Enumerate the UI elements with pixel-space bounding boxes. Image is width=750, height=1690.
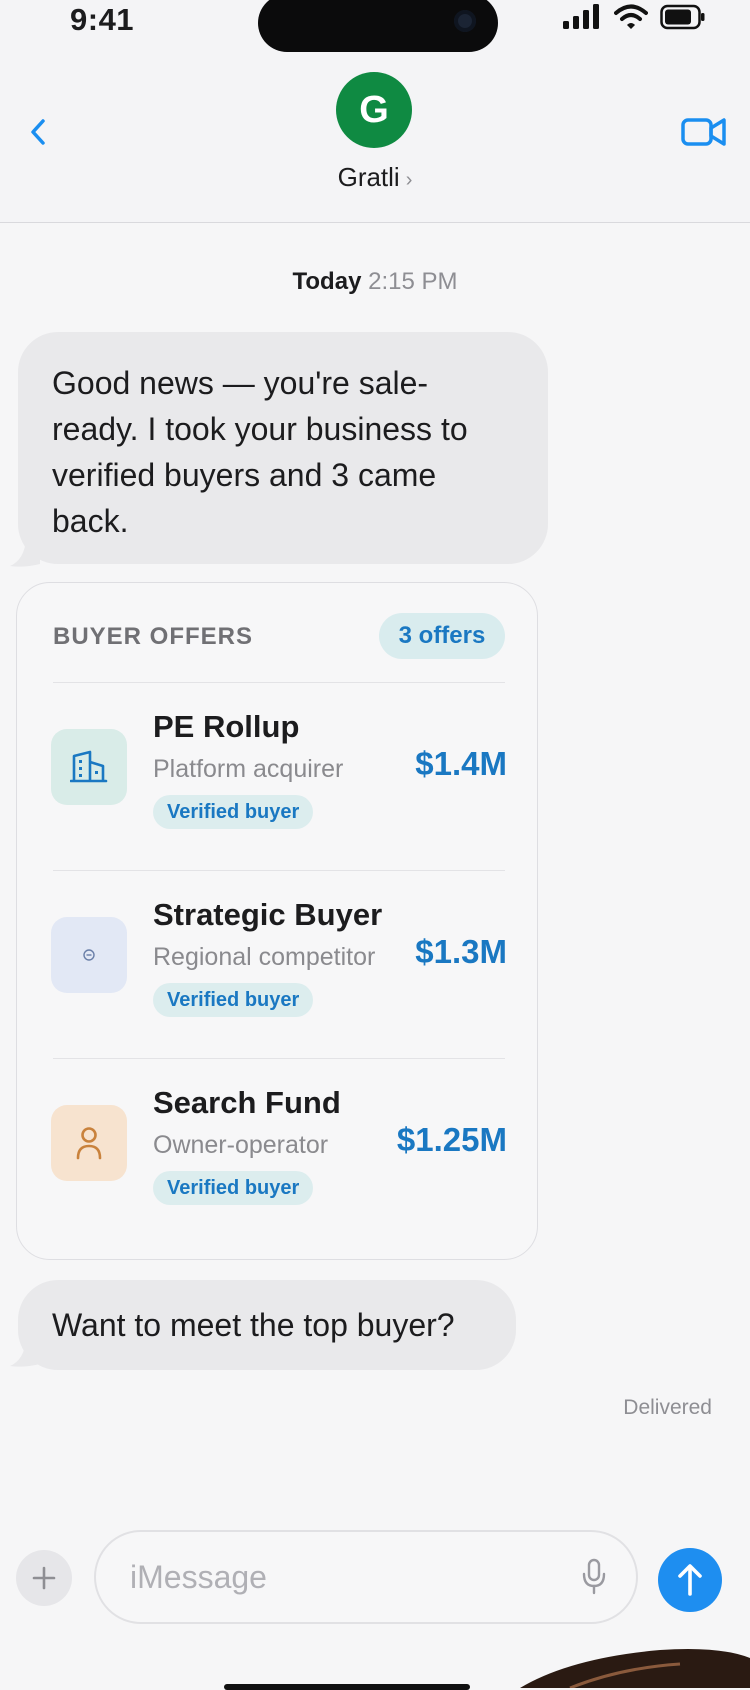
arrow-up-icon bbox=[678, 1564, 702, 1596]
wifi-icon bbox=[614, 4, 648, 29]
send-button[interactable] bbox=[658, 1548, 722, 1612]
card-title: BUYER OFFERS bbox=[53, 623, 254, 650]
offer-amount: $1.4M bbox=[415, 745, 507, 782]
buyer-offers-card: BUYER OFFERS 3 offers PE Rollup Platform… bbox=[16, 582, 538, 1260]
status-time: 9:41 bbox=[70, 2, 135, 37]
timestamp-day: Today bbox=[292, 268, 362, 295]
offer-row-pe-rollup[interactable]: PE Rollup Platform acquirer Verified buy… bbox=[17, 683, 539, 871]
contact-avatar[interactable]: G bbox=[336, 72, 412, 148]
offer-icon-tile bbox=[51, 729, 127, 805]
offer-amount: $1.25M bbox=[396, 1121, 507, 1158]
message-input-placeholder: iMessage bbox=[130, 1559, 267, 1595]
battery-icon bbox=[660, 4, 705, 30]
chevron-left-icon bbox=[31, 119, 45, 145]
building-icon bbox=[70, 750, 108, 783]
offer-amount: $1.3M bbox=[415, 933, 507, 970]
contact-name-label: Gratli bbox=[337, 162, 400, 192]
status-icons bbox=[562, 4, 706, 30]
delivery-status: Delivered bbox=[623, 1396, 712, 1419]
contact-name[interactable]: Gratli › bbox=[0, 162, 750, 193]
microphone-icon[interactable] bbox=[582, 1558, 606, 1596]
offer-name: PE Rollup bbox=[153, 709, 300, 744]
offers-count-badge: 3 offers bbox=[379, 613, 505, 659]
cellular-signal-icon bbox=[563, 4, 599, 29]
offer-row-search-fund[interactable]: Search Fund Owner-operator Verified buye… bbox=[17, 1059, 539, 1247]
verified-badge: Verified buyer bbox=[153, 983, 314, 1017]
offer-icon-tile bbox=[51, 1105, 127, 1181]
incoming-message-bubble[interactable]: Want to meet the top buyer? bbox=[18, 1280, 516, 1370]
back-button[interactable] bbox=[18, 112, 58, 152]
status-bar: 9:41 bbox=[0, 0, 750, 60]
dynamic-island bbox=[258, 0, 498, 52]
timestamp-time: 2:15 PM bbox=[368, 268, 458, 295]
offer-icon-tile bbox=[51, 917, 127, 993]
message-text: Good news — you're sale-ready. I took yo… bbox=[52, 365, 468, 539]
avatar-letter: G bbox=[359, 88, 389, 131]
offer-subtitle: Owner-operator bbox=[153, 1131, 329, 1159]
verified-badge: Verified buyer bbox=[153, 1171, 314, 1205]
video-camera-icon bbox=[681, 118, 726, 146]
target-icon bbox=[83, 949, 95, 961]
front-camera bbox=[454, 10, 476, 32]
offer-name: Search Fund bbox=[153, 1085, 341, 1120]
verified-badge: Verified buyer bbox=[153, 795, 314, 829]
message-text: Want to meet the top buyer? bbox=[52, 1307, 455, 1343]
person-icon bbox=[76, 1127, 102, 1160]
offer-row-strategic-buyer[interactable]: Strategic Buyer Regional competitor Veri… bbox=[17, 871, 539, 1059]
offer-name: Strategic Buyer bbox=[153, 897, 383, 932]
apps-plus-button[interactable] bbox=[16, 1550, 72, 1606]
home-indicator bbox=[224, 1684, 470, 1690]
plus-icon bbox=[32, 1566, 56, 1590]
background-object bbox=[520, 1649, 750, 1688]
incoming-message-bubble[interactable]: Good news — you're sale-ready. I took yo… bbox=[18, 332, 548, 564]
message-input[interactable]: iMessage bbox=[94, 1530, 638, 1624]
facetime-video-button[interactable] bbox=[680, 114, 728, 150]
offer-subtitle: Regional competitor bbox=[153, 943, 376, 971]
offer-subtitle: Platform acquirer bbox=[153, 755, 344, 783]
contact-chevron-icon: › bbox=[405, 169, 413, 191]
thread-timestamp: Today 2:15 PM bbox=[0, 268, 750, 296]
